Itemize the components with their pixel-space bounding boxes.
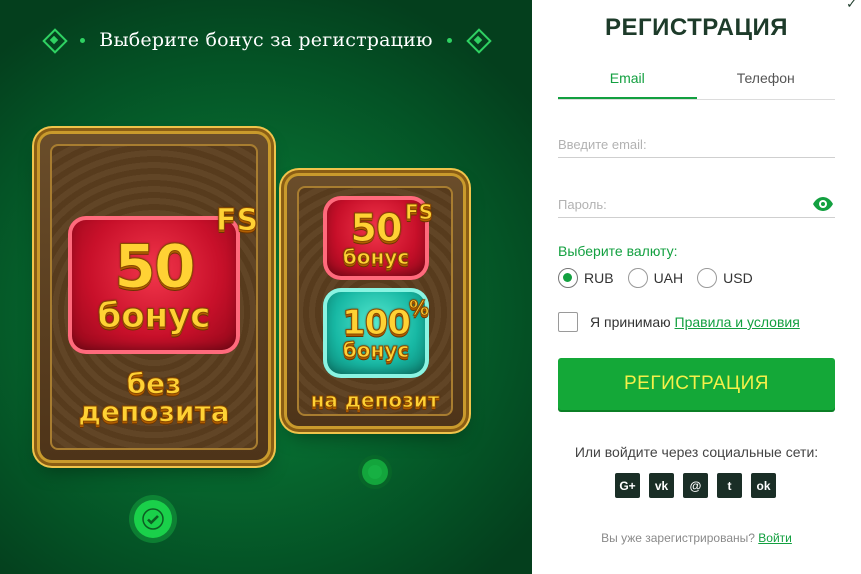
social-login-buttons: G+ vk @ t ok [615,473,776,498]
tab-email[interactable]: Email [558,62,697,99]
promo-header: Выберите бонус за регистрацию [0,28,532,52]
tab-phone[interactable]: Телефон [697,62,836,99]
diamond-ornament-icon [466,28,490,52]
terms-text: Я принимаю [590,314,671,330]
mail-icon[interactable]: @ [683,473,708,498]
dot-ornament-icon [80,37,86,43]
terms-checkbox[interactable] [558,312,578,332]
bonus-amount: 50 [114,232,196,302]
bonus-word: бонус [342,245,410,269]
card-caption: без депозита [40,367,268,428]
bonus-amount: 50 [350,206,403,250]
bonus-card-no-deposit[interactable]: 50 бонус FS без депозита [40,134,268,460]
twitter-icon[interactable]: t [717,473,742,498]
selected-check-icon[interactable] [134,500,172,538]
caption-line: депозита [78,395,230,428]
currency-code: USD [723,270,753,286]
password-input[interactable] [558,192,835,218]
bonus-word: бонус [342,338,410,362]
currency-code: RUB [584,270,614,286]
login-link[interactable]: Войти [758,531,792,545]
percent-amount: 100 [342,303,412,343]
already-registered: Вы уже зарегистрированы? Войти [558,531,835,545]
radio-button[interactable] [558,268,578,288]
currency-code: UAH [653,270,684,286]
bonus-panel: Выберите бонус за регистрацию 50 бонус F… [0,0,532,574]
google-plus-icon[interactable]: G+ [615,473,640,498]
registration-tabs: Email Телефон [558,62,835,100]
currency-option-uah[interactable]: UAH [627,268,684,288]
bonus-word: бонус [97,296,211,336]
terms-link[interactable]: Правила и условия [675,314,800,330]
radio-button[interactable] [627,268,648,288]
registration-panel: ✓ РЕГИСТРАЦИЯ Email Телефон Выберите вал… [532,0,861,574]
odnoklassniki-icon[interactable]: ok [751,473,776,498]
unselected-check-icon[interactable] [362,459,388,485]
already-text: Вы уже зарегистрированы? [601,531,755,545]
currency-label: Выберите валюту: [558,243,678,259]
vk-icon[interactable]: vk [649,473,674,498]
fs-label: FS [215,203,259,238]
red-gem-icon: 50 бонус [68,216,240,354]
terms-agreement: Я принимаю Правила и условия [558,312,800,332]
card-caption: на депозит [310,388,440,412]
email-input[interactable] [558,132,835,158]
diamond-ornament-icon [42,28,66,52]
corner-mark-icon: ✓ [846,0,857,11]
dot-ornament-icon [446,37,452,43]
currency-option-usd[interactable]: USD [697,268,753,288]
currency-option-rub[interactable]: RUB [558,268,614,288]
show-password-icon[interactable] [812,196,834,212]
register-button[interactable]: РЕГИСТРАЦИЯ [558,358,835,410]
radio-button[interactable] [697,268,718,288]
caption-line: без [126,367,182,400]
bonus-card-deposit[interactable]: 50 бонус FS 100 бонус % на депозит [287,176,463,426]
promo-title: Выберите бонус за регистрацию [99,29,433,51]
registration-title: РЕГИСТРАЦИЯ [604,14,789,41]
currency-radio-group: RUB UAH USD [558,268,753,288]
fs-label: FS [404,200,434,224]
percent-sign: % [408,296,430,320]
social-login-label: Или войдите через социальные сети: [574,444,819,460]
